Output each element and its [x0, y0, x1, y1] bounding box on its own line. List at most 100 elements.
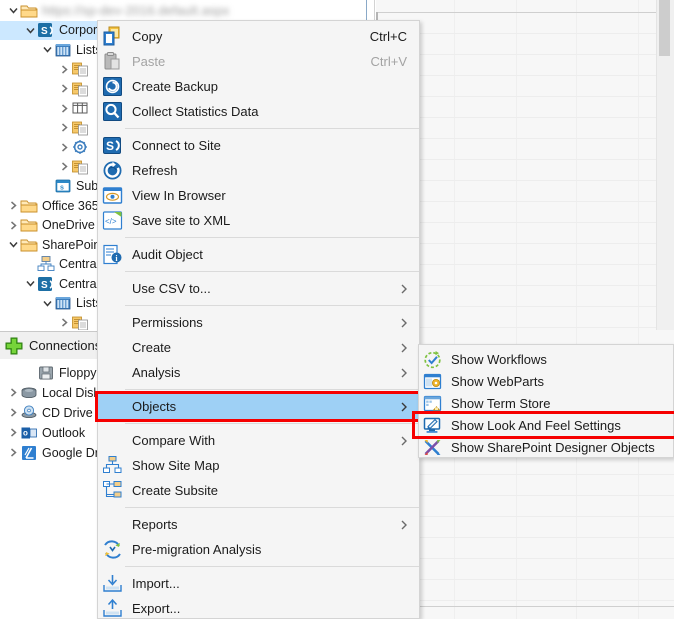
menu-item-collect-statistics-data[interactable]: Collect Statistics Data [98, 99, 419, 124]
menu-item-create-backup[interactable]: Create Backup [98, 74, 419, 99]
menu-item-label: Create [132, 340, 172, 355]
tree-item[interactable]: https://sp-dev-2016.default.aspx [0, 1, 234, 20]
submenu-item-label: Show Term Store [451, 395, 551, 411]
chevron-right-icon[interactable] [6, 403, 20, 422]
tree-item[interactable] [0, 60, 97, 79]
menu-item-copy[interactable]: Copy Ctrl+C [98, 24, 419, 49]
menu-item-create-subsite[interactable]: Create Subsite [98, 478, 419, 503]
chevron-down-icon[interactable] [40, 294, 54, 313]
chevron-down-icon[interactable] [6, 235, 20, 254]
tree-scrollbar[interactable] [656, 0, 674, 330]
context-menu[interactable]: Copy Ctrl+C Paste Ctrl+V Create Backup Collec… [95, 20, 422, 619]
menu-item-label: Paste [132, 54, 166, 69]
chevron-right-icon[interactable] [6, 443, 20, 462]
webparts-icon [423, 372, 442, 391]
chevron-right-icon[interactable] [6, 196, 20, 215]
submenu-item-show-webparts[interactable]: Show WebParts [419, 370, 673, 392]
tree-item[interactable]: o Outlook [0, 423, 89, 442]
chevron-down-icon[interactable] [23, 274, 37, 293]
grid-row-line [376, 201, 674, 202]
save-xml-icon: </> [102, 210, 123, 231]
tree-scrollbar-thumb[interactable] [659, 0, 670, 56]
chevron-right-icon[interactable] [57, 118, 71, 137]
tree-item[interactable]: Office 365 [0, 196, 103, 215]
tree-item[interactable]: Lists [0, 40, 106, 59]
menu-item-label: Connect to Site [132, 138, 221, 153]
menu-item-audit-object[interactable]: i Audit Object [98, 242, 419, 267]
objects-submenu[interactable]: Show Workflows Show WebParts Show Term Sto… [412, 344, 674, 458]
grid-row-line [376, 537, 674, 538]
menu-item-objects[interactable]: Objects [98, 394, 419, 419]
tree-item[interactable]: OneDrive [0, 216, 99, 235]
tree-item[interactable] [0, 118, 97, 137]
menu-item-permissions[interactable]: Permissions [98, 310, 419, 335]
chevron-down-icon[interactable] [23, 21, 37, 40]
tree-item[interactable] [0, 99, 97, 118]
chevron-down-icon[interactable] [40, 40, 54, 59]
folder-icon [20, 197, 38, 215]
menu-item-use-csv-to[interactable]: Use CSV to... [98, 276, 419, 301]
submenu-item-show-sharepoint-designer-objects[interactable]: Show SharePoint Designer Objects [419, 436, 673, 458]
menu-item-no-icon [102, 396, 123, 417]
chevron-right-icon [397, 435, 419, 447]
chevron-right-icon [397, 401, 419, 413]
tree-item[interactable]: CD Drive ( [0, 403, 104, 422]
tree-item[interactable]: Local Disk [0, 383, 104, 402]
folder-icon [20, 2, 38, 20]
tree-item[interactable] [0, 138, 97, 157]
grid-row-line [376, 558, 674, 559]
menu-item-no-icon [102, 362, 123, 383]
menu-item-import[interactable]: Import... [98, 571, 419, 596]
paste-icon [102, 51, 123, 72]
tree-item[interactable] [0, 157, 97, 176]
tree-item[interactable]: Lists [0, 294, 106, 313]
folder-icon [20, 236, 38, 254]
create-backup-icon [102, 76, 123, 97]
list-doc-icon [71, 119, 89, 137]
menu-item-save-site-to-xml[interactable]: </> Save site to XML [98, 208, 419, 233]
tree-item[interactable] [0, 79, 97, 98]
menu-separator [125, 423, 419, 424]
grid-top-border [378, 12, 674, 13]
menu-item-connect-to-site[interactable]: S Connect to Site [98, 133, 419, 158]
menu-item-compare-with[interactable]: Compare With [98, 428, 419, 453]
green-plus-icon[interactable] [3, 335, 25, 357]
grid-row-line [376, 600, 674, 601]
collect-statistics-icon [102, 101, 123, 122]
menu-item-refresh[interactable]: Refresh [98, 158, 419, 183]
menu-item-create[interactable]: Create [98, 335, 419, 360]
grid-row-line [376, 495, 674, 496]
chevron-right-icon[interactable] [6, 216, 20, 235]
chevron-right-icon[interactable] [57, 99, 71, 118]
chevron-right-icon[interactable] [57, 157, 71, 176]
menu-item-view-in-browser[interactable]: View In Browser [98, 183, 419, 208]
chevron-right-icon[interactable] [57, 79, 71, 98]
tree-item[interactable] [0, 313, 97, 330]
menu-item-label: Use CSV to... [132, 281, 211, 296]
chevron-right-icon[interactable] [6, 383, 20, 402]
tree-item[interactable]: SharePoint [0, 235, 108, 254]
menu-item-show-site-map[interactable]: Show Site Map [98, 453, 419, 478]
menu-item-export[interactable]: Export... [98, 596, 419, 619]
submenu-item-label: Show Look And Feel Settings [451, 417, 621, 433]
export-icon [102, 598, 123, 619]
chevron-right-icon[interactable] [57, 313, 71, 330]
chevron-down-icon[interactable] [6, 1, 20, 20]
pre-migration-icon [102, 539, 123, 560]
chevron-right-icon[interactable] [6, 423, 20, 442]
submenu-item-show-workflows[interactable]: Show Workflows [419, 348, 673, 370]
menu-item-analysis[interactable]: Analysis [98, 360, 419, 385]
chevron-right-icon[interactable] [57, 60, 71, 79]
data-grid[interactable] [376, 0, 674, 619]
submenu-item-show-look-and-feel-settings[interactable]: Show Look And Feel Settings [419, 414, 674, 436]
chevron-right-icon[interactable] [57, 138, 71, 157]
farm-icon [37, 255, 55, 273]
menu-item-no-icon [102, 430, 123, 451]
submenu-item-show-term-store[interactable]: Show Term Store [419, 392, 673, 414]
list-doc-icon [71, 314, 89, 331]
svg-text:</>: </> [105, 217, 117, 226]
menu-item-pre-migration-analysis[interactable]: Pre-migration Analysis [98, 537, 419, 562]
menu-item-reports[interactable]: Reports [98, 512, 419, 537]
menu-separator [125, 237, 419, 238]
menu-item-shortcut: Ctrl+C [369, 29, 407, 44]
